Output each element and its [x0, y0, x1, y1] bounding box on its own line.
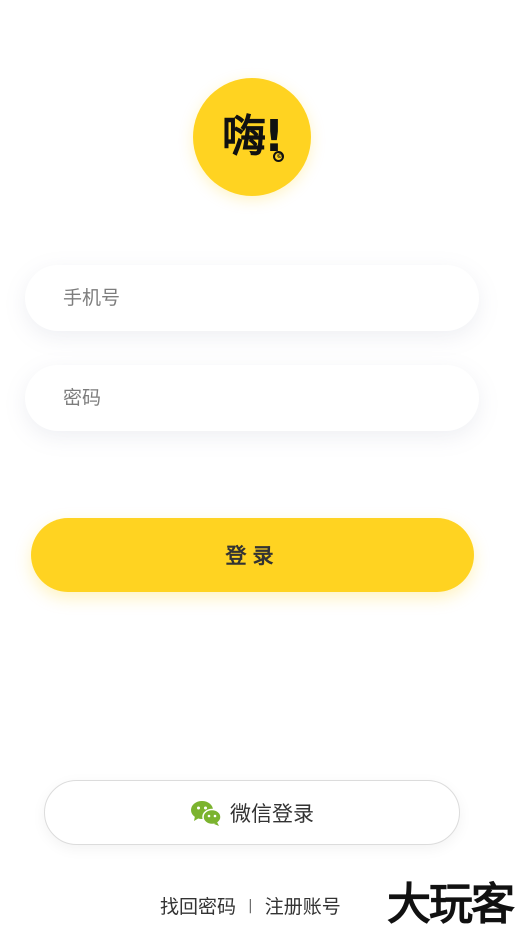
phone-input[interactable]: [63, 287, 443, 309]
link-separator: |: [248, 897, 253, 914]
logo-text: 嗨! ©: [221, 111, 285, 162]
password-field[interactable]: [25, 365, 479, 431]
watermark-logo: 大玩客: [387, 879, 515, 928]
wechat-login-label: 微信登录: [230, 801, 314, 826]
wechat-icon: [191, 800, 222, 826]
logo-registered-mark: ©: [273, 151, 285, 162]
password-input[interactable]: [63, 387, 443, 409]
phone-field[interactable]: [25, 265, 479, 331]
footer-links: 找回密码 | 注册账号: [160, 892, 341, 919]
forgot-password-link[interactable]: 找回密码: [160, 892, 236, 919]
app-logo: 嗨! ©: [193, 78, 311, 196]
login-page: 嗨!© 登录 微信登录 找回密码 | 注册账号 大玩客: [0, 0, 519, 928]
register-link[interactable]: 注册账号: [265, 892, 341, 919]
wechat-login-button[interactable]: 微信登录: [44, 780, 460, 845]
login-button[interactable]: 登录: [31, 518, 474, 592]
